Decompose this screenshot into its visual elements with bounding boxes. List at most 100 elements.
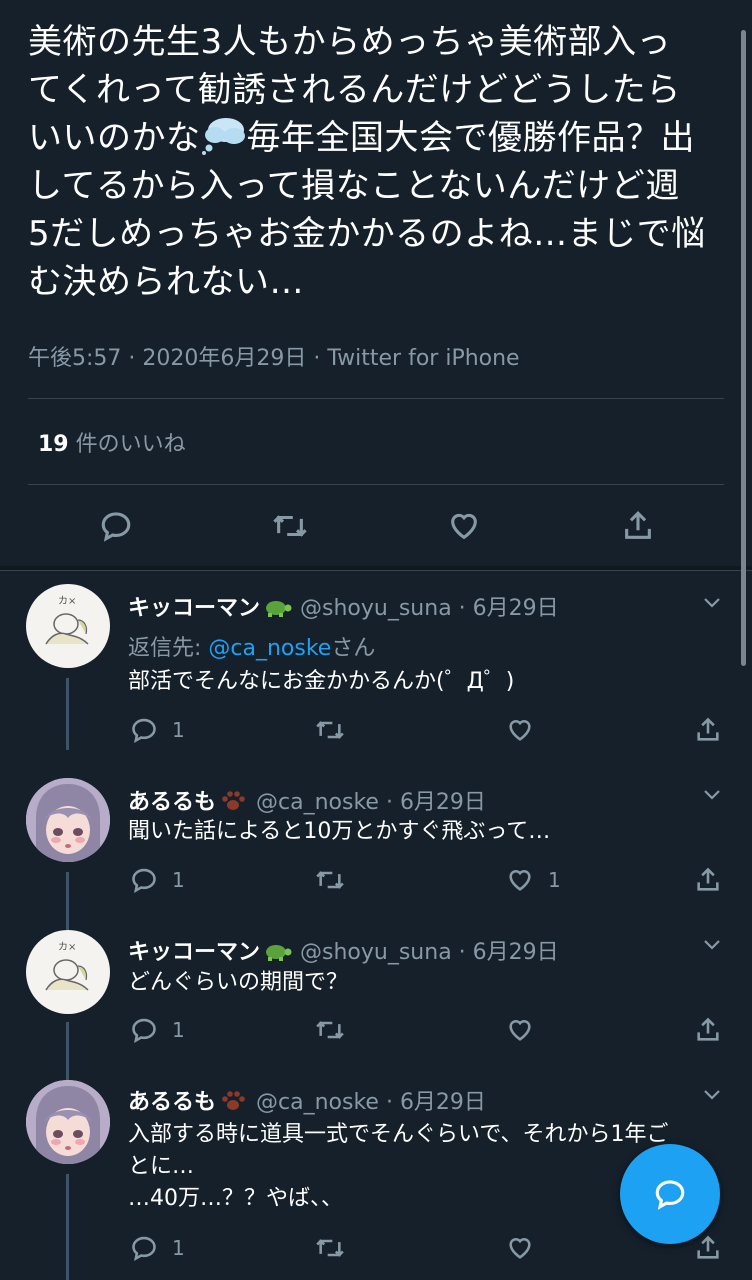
replying-to: 返信先: @ca_noskeさん (128, 630, 375, 662)
user-handle[interactable]: @shoyu_suna (300, 940, 452, 965)
compose-reply-button[interactable] (620, 1144, 720, 1244)
reply-count: 1 (172, 868, 185, 892)
retweet-icon (316, 871, 344, 889)
tweet-text: 美術の先生3人もからめっちゃ美術部入っ てくれって勧誘されるんだけどどうしたら … (28, 18, 728, 306)
tweet-date: 2020年6月29日 (142, 346, 307, 371)
scrollbar[interactable] (741, 30, 746, 666)
reply-action-bar: 1 (0, 1014, 752, 1046)
separator-dot: · (121, 346, 143, 371)
share-button[interactable] (618, 506, 658, 546)
reply-button[interactable]: 1 (130, 714, 185, 746)
replying-suffix: さん (331, 636, 376, 661)
divider (28, 484, 724, 485)
avatar-drawing-icon: カ× (45, 941, 89, 991)
reply-icon (132, 1236, 156, 1262)
share-button[interactable] (694, 1232, 722, 1264)
tweet-text-segment: 毎年全国大会で優勝作品？出 (246, 118, 695, 158)
separator-dot: · (306, 346, 328, 371)
reply-button[interactable] (96, 506, 136, 546)
chevron-down-icon (704, 940, 720, 950)
turtle-icon (266, 601, 292, 617)
more-options-button[interactable] (700, 782, 724, 810)
share-icon (697, 717, 719, 741)
turtle-icon (266, 945, 292, 961)
like-button[interactable] (506, 714, 534, 746)
like-button[interactable] (506, 1232, 534, 1264)
more-options-button[interactable] (700, 590, 724, 618)
retweet-icon (273, 515, 307, 537)
share-button[interactable] (694, 1014, 722, 1046)
retweet-button[interactable] (270, 506, 310, 546)
separator-dot: · (451, 596, 473, 621)
like-button[interactable]: 1 (506, 864, 561, 896)
heart-icon (509, 1020, 531, 1041)
like-button[interactable] (444, 506, 484, 546)
heart-icon (509, 1238, 531, 1259)
heart-icon (451, 513, 477, 540)
share-button[interactable] (694, 714, 722, 746)
avatar[interactable]: カ× (26, 584, 110, 668)
user-name[interactable]: あるるも (128, 790, 216, 815)
reply-button[interactable]: 1 (130, 1014, 185, 1046)
reply-text-line: とに… (128, 1154, 195, 1179)
paw-icon (222, 791, 245, 810)
share-icon (697, 1235, 719, 1259)
like-label: 件のいいね (68, 432, 186, 457)
user-handle[interactable]: @ca_noske (256, 1090, 379, 1115)
retweet-button[interactable] (314, 714, 346, 746)
chevron-down-icon (704, 790, 720, 800)
heart-icon (509, 720, 531, 741)
tweet-meta: 午後5:57 · 2020年6月29日 · Twitter for iPhone (28, 340, 520, 372)
more-options-button[interactable] (700, 1082, 724, 1110)
chevron-down-icon (704, 598, 720, 608)
user-handle[interactable]: @shoyu_suna (300, 596, 452, 621)
likes-link[interactable]: 19 件のいいね (38, 426, 186, 458)
avatar-anime-icon (26, 778, 110, 862)
tweet-time: 午後5:57 (28, 346, 122, 371)
reply-button[interactable]: 1 (130, 864, 185, 896)
avatar[interactable]: カ× (26, 930, 110, 1014)
reply-text-line: …40万…？？やば、、 (128, 1186, 343, 1211)
reply-action-bar: 1 (0, 1232, 752, 1264)
reply-date: 6月29日 (472, 940, 559, 965)
share-button[interactable] (694, 864, 722, 896)
retweet-button[interactable] (314, 1232, 346, 1264)
tweet-text-line: 美術の先生3人もからめっちゃ美術部入っ (28, 22, 672, 62)
user-name[interactable]: キッコーマン (128, 940, 260, 965)
reply-header: キッコーマン @shoyu_suna · 6月29日 (128, 590, 559, 622)
tweet-text-segment: いいのかな (28, 118, 201, 158)
thread-line (66, 1174, 69, 1280)
tweet-text-line: してるから入って損なことないんだけど週 (28, 166, 680, 206)
reply-count: 1 (172, 1018, 185, 1042)
paw-icon (222, 1091, 245, 1110)
like-button[interactable] (506, 1014, 534, 1046)
tweet-text-line: 5だしめっちゃお金かかるのよね…まじで悩 (28, 214, 706, 254)
retweet-icon (316, 1239, 344, 1257)
reply-date: 6月29日 (399, 1090, 486, 1115)
user-name[interactable]: あるるも (128, 1090, 216, 1115)
separator-dot: · (378, 790, 400, 815)
avatar-anime-icon (26, 1080, 110, 1164)
heart-icon (509, 870, 531, 891)
retweet-button[interactable] (314, 1014, 346, 1046)
replying-handle-link[interactable]: @ca_noske (208, 636, 331, 661)
user-handle[interactable]: @ca_noske (256, 790, 379, 815)
share-icon (625, 511, 651, 539)
avatar[interactable] (26, 778, 110, 862)
share-icon (697, 867, 719, 891)
tweet-text-line: てくれって勧誘されるんだけどどうしたら (28, 70, 681, 110)
retweet-button[interactable] (314, 864, 346, 896)
divider (28, 398, 724, 399)
reply-action-bar: 1 1 (0, 864, 752, 896)
like-count: 19 (38, 432, 69, 457)
user-name[interactable]: キッコーマン (128, 596, 260, 621)
reply-button[interactable]: 1 (130, 1232, 185, 1264)
more-options-button[interactable] (700, 932, 724, 960)
reply-header: キッコーマン @shoyu_suna · 6月29日 (128, 934, 559, 966)
reply-icon (132, 718, 156, 744)
replying-prefix: 返信先: (128, 636, 209, 661)
separator-dot: · (378, 1090, 400, 1115)
tweet-source-link[interactable]: Twitter for iPhone (327, 346, 519, 371)
avatar-drawing-icon: カ× (45, 595, 89, 645)
avatar[interactable] (26, 1080, 110, 1164)
